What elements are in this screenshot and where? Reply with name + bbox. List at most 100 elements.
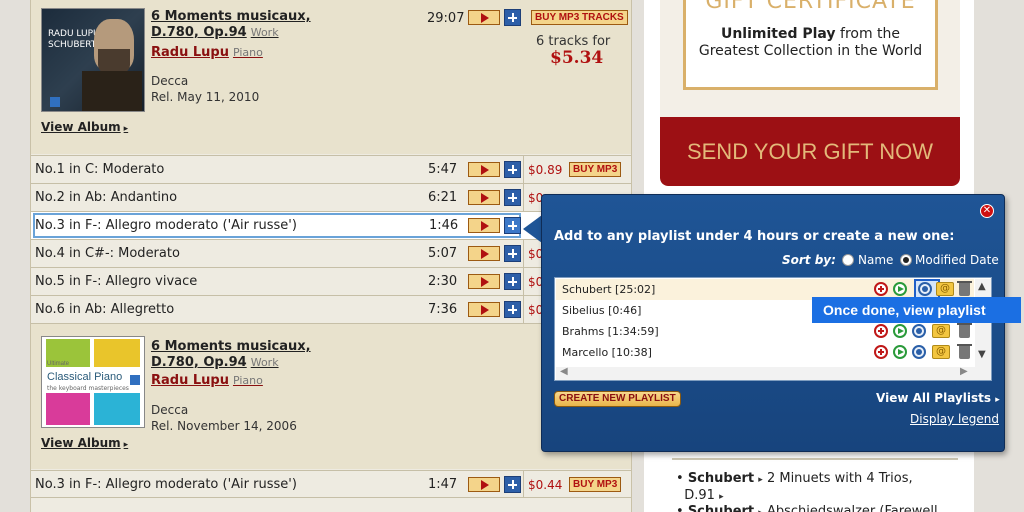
send-gift-button[interactable]: SEND YOUR GIFT NOW: [660, 117, 960, 186]
play-icon[interactable]: [468, 246, 500, 261]
gift-line2: Greatest Collection in the World: [698, 43, 923, 59]
playlist-name[interactable]: Marcello [10:38]: [562, 346, 652, 359]
album-title-line2[interactable]: D.780, Op.94: [151, 355, 247, 370]
horizontal-scrollbar[interactable]: ◀ ▶: [556, 366, 991, 380]
similar-item[interactable]: • Schubert ▸ 2 Minuets with 4 Trios, D.9…: [676, 471, 913, 505]
delete-icon[interactable]: [957, 344, 972, 359]
track-name[interactable]: No.5 in F-: Allegro vivace: [35, 274, 197, 289]
album-title[interactable]: 6 Moments musicaux, D.780, Op.94 Work: [151, 9, 311, 41]
delete-icon[interactable]: [957, 323, 972, 338]
buy-mp3-button[interactable]: BUY MP3: [569, 162, 622, 177]
artist-name[interactable]: Radu Lupu: [151, 373, 229, 388]
album-title-line1[interactable]: 6 Moments musicaux,: [151, 9, 311, 24]
play-playlist-icon[interactable]: [893, 345, 907, 359]
view-album-link[interactable]: View Album ▸: [41, 436, 128, 450]
play-icon[interactable]: [468, 274, 500, 289]
playlist-name[interactable]: Sibelius [0:46]: [562, 304, 641, 317]
album-cover-1[interactable]: RADU LUPU SCHUBERT: [41, 8, 145, 112]
add-to-playlist-icon[interactable]: [874, 345, 888, 359]
add-icon[interactable]: [504, 301, 521, 318]
view-album-label[interactable]: View Album: [41, 120, 121, 134]
artist-name[interactable]: Radu Lupu: [151, 45, 229, 60]
album-title[interactable]: 6 Moments musicaux, D.780, Op.94 Work: [151, 339, 311, 371]
sort-name-radio[interactable]: [842, 254, 854, 266]
close-icon[interactable]: ✕: [980, 204, 994, 218]
track-duration: 6:21: [428, 190, 458, 205]
playlist-row[interactable]: Marcello [10:38] @: [556, 342, 974, 363]
gift-certificate-banner[interactable]: GIFT CERTIFICATE Unlimited Play from the…: [660, 0, 960, 186]
track-name[interactable]: No.6 in Ab: Allegretto: [35, 302, 174, 317]
track-name[interactable]: No.3 in F-: Allegro moderato ('Air russe…: [35, 477, 297, 492]
view-album-link[interactable]: View Album ▸: [41, 120, 128, 134]
delete-icon[interactable]: [957, 281, 972, 296]
add-icon[interactable]: [504, 476, 521, 493]
artist-link[interactable]: Radu Lupu Piano: [151, 45, 263, 60]
track-name[interactable]: No.1 in C: Moderato: [35, 162, 164, 177]
scroll-right-icon[interactable]: ▶: [960, 366, 968, 377]
similar-item[interactable]: • Schubert ▸ Abschiedswalzer (Farewell: [676, 504, 938, 512]
track-row[interactable]: No.3 in F-: Allegro moderato ('Air russe…: [31, 470, 631, 498]
view-playlist-icon[interactable]: [912, 324, 926, 338]
track-name[interactable]: No.3 in F-: Allegro moderato ('Air russe…: [35, 218, 297, 233]
scroll-up-icon[interactable]: ▲: [978, 281, 986, 292]
release-date: Rel. November 14, 2006: [151, 419, 297, 433]
view-playlist-icon[interactable]: [918, 282, 932, 296]
scroll-left-icon[interactable]: ◀: [560, 366, 568, 377]
composer-link[interactable]: Schubert: [688, 504, 754, 512]
add-icon[interactable]: [504, 161, 521, 178]
play-icon[interactable]: [468, 162, 500, 177]
view-all-label[interactable]: View All Playlists: [876, 391, 991, 405]
track-name[interactable]: No.2 in Ab: Andantino: [35, 190, 177, 205]
play-icon[interactable]: [468, 477, 500, 492]
play-icon[interactable]: [468, 218, 500, 233]
add-to-playlist-icon[interactable]: [874, 282, 888, 296]
work-tag: Work: [250, 26, 279, 39]
scroll-down-icon[interactable]: ▼: [978, 349, 986, 360]
vertical-scrollbar[interactable]: ▲ ▼: [975, 279, 991, 367]
play-icon[interactable]: [468, 10, 500, 25]
share-email-icon[interactable]: @: [932, 345, 950, 359]
track-row[interactable]: No.1 in C: Moderato 5:47 $0.89 BUY MP3: [31, 155, 631, 183]
share-email-icon[interactable]: @: [932, 324, 950, 338]
view-all-playlists-link[interactable]: View All Playlists ▸: [876, 391, 1000, 405]
similar-item-catalog[interactable]: D.91: [684, 488, 715, 503]
add-icon[interactable]: [504, 273, 521, 290]
track-duration: 5:07: [428, 246, 458, 261]
playlist-name[interactable]: Brahms [1:34:59]: [562, 325, 659, 338]
play-playlist-icon[interactable]: [893, 282, 907, 296]
gift-line1: Unlimited Play from the: [686, 26, 935, 42]
play-icon[interactable]: [468, 302, 500, 317]
add-icon[interactable]: [504, 9, 521, 26]
view-playlist-icon[interactable]: [912, 345, 926, 359]
chevron-right-icon: ▸: [995, 395, 1000, 405]
add-icon[interactable]: [504, 217, 521, 234]
create-new-playlist-button[interactable]: CREATE NEW PLAYLIST: [554, 391, 681, 407]
share-email-icon[interactable]: @: [936, 282, 954, 296]
sort-modified-label[interactable]: Modified Date: [915, 253, 999, 267]
label-info: Decca Rel. May 11, 2010: [151, 73, 259, 105]
buy-mp3-tracks-button[interactable]: BUY MP3 TRACKS: [531, 10, 628, 25]
view-album-label[interactable]: View Album: [41, 436, 121, 450]
album-title-line2[interactable]: D.780, Op.94: [151, 25, 247, 40]
add-icon[interactable]: [504, 189, 521, 206]
buy-mp3-button[interactable]: BUY MP3: [569, 477, 622, 492]
add-to-playlist-icon[interactable]: [874, 324, 888, 338]
play-playlist-icon[interactable]: [893, 324, 907, 338]
sort-name-label[interactable]: Name: [858, 253, 893, 267]
album-title-line1[interactable]: 6 Moments musicaux,: [151, 339, 311, 354]
similar-item-title[interactable]: Abschiedswalzer (Farewell: [767, 504, 938, 512]
composer-link[interactable]: Schubert: [688, 471, 754, 486]
divider: [523, 471, 524, 498]
chevron-right-icon: ▸: [123, 440, 129, 450]
playlist-row[interactable]: Brahms [1:34:59] @: [556, 321, 974, 342]
playlist-name[interactable]: Schubert [25:02]: [562, 283, 655, 296]
album-cover-2[interactable]: Ultimate Classical Piano the keyboard ma…: [41, 336, 145, 428]
similar-item-title[interactable]: 2 Minuets with 4 Trios,: [767, 471, 913, 486]
sort-modified-radio[interactable]: [900, 254, 912, 266]
send-gift-label[interactable]: SEND YOUR GIFT NOW: [660, 139, 960, 165]
display-legend-link[interactable]: Display legend: [910, 412, 999, 426]
track-name[interactable]: No.4 in C#-: Moderato: [35, 246, 180, 261]
play-icon[interactable]: [468, 190, 500, 205]
add-icon[interactable]: [504, 245, 521, 262]
artist-link[interactable]: Radu Lupu Piano: [151, 373, 263, 388]
